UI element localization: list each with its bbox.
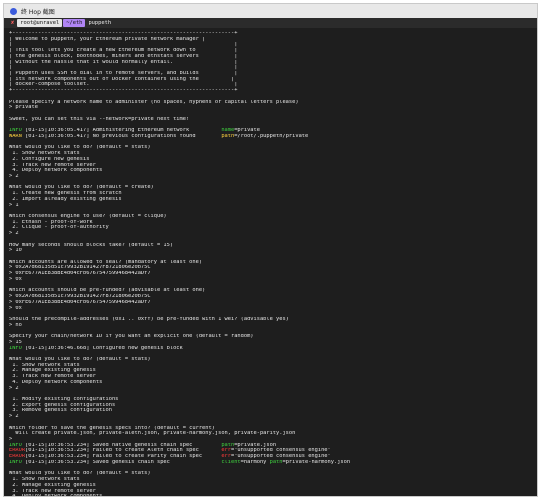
- line-text: 1. Ethash - proof-of-work: [9, 219, 93, 225]
- log-level: WARN: [9, 133, 22, 139]
- line-text: | This tool lets you create a new Ethere…: [9, 48, 238, 54]
- line-text: 1. Create new genesis from scratch: [9, 191, 122, 197]
- line-text: Which accounts are allowed to seal? (man…: [9, 259, 203, 265]
- log-value: =/root/.puppeth/private: [234, 133, 309, 139]
- line-text: > 10: [9, 248, 22, 254]
- terminal-window: 终 Hop 截图 ✘ root@unravel ~/eth puppeth +-…: [3, 3, 538, 497]
- line-text: [01-15|10:36:46.668] Configured new gene…: [21, 345, 183, 351]
- log-level: INFO: [9, 128, 22, 134]
- prompt-user: root@unravel: [17, 19, 63, 27]
- line-text: +---------------------------------------…: [9, 31, 238, 36]
- log-value: =harmony: [240, 459, 270, 465]
- line-text: > 0x: [9, 305, 22, 311]
- line-text: Which folder to save the genesis specs i…: [9, 425, 215, 431]
- line-text: 1. Modify existing configurations: [9, 397, 119, 402]
- line-text: | |: [9, 42, 238, 48]
- terminal-output[interactable]: +---------------------------------------…: [4, 28, 537, 496]
- line-text: Specify your chain/network ID if you wan…: [9, 334, 254, 340]
- title-bar: 终 Hop 截图: [4, 4, 537, 18]
- line-text: How many seconds should blocks take? (de…: [9, 242, 174, 248]
- app-icon: [10, 7, 17, 15]
- line-text: | Puppeth uses SSH to dial in to remote …: [9, 71, 238, 77]
- line-text: Will create private.json, private-aleth.…: [9, 431, 296, 437]
- line-text: 2. Import already existing genesis: [9, 196, 122, 202]
- line-text: | its network components out of Docker c…: [9, 76, 235, 82]
- log-key: path: [221, 133, 235, 139]
- line-text: 3. Track new remote server: [9, 374, 96, 380]
- line-text: > 0x2A7d68135d51c79932B191427F8721806e20…: [9, 294, 151, 300]
- line-text: > no: [9, 322, 22, 328]
- line-text: 2. Clique - proof-of-authority: [9, 225, 109, 231]
- line-text: 4. Deploy network components: [9, 379, 103, 385]
- log-level: ERROR: [9, 448, 26, 454]
- line-text: Should the precompile-addresses (0x1 .. …: [9, 316, 289, 322]
- line-text: What would you like to do? (default = st…: [9, 471, 151, 477]
- line-text: 1. Show network stats: [9, 477, 80, 483]
- line-text: [01-15|10:36:53.234] Failed to create Al…: [25, 448, 222, 454]
- line-text: | Welcome to puppeth, your Ethereum priv…: [9, 36, 206, 42]
- line-text: > 1: [9, 202, 19, 208]
- prompt-bar: ✘ root@unravel ~/eth puppeth: [4, 18, 537, 28]
- error-status-icon: ✘: [11, 20, 15, 26]
- line-text: > private: [9, 105, 38, 111]
- log-value: ="unsupported consensus engine": [231, 448, 331, 454]
- line-text: > 0xFE677A1E838BE4d04cFb6767547599468442…: [9, 299, 151, 305]
- line-text: [01-15|10:36:53.234] Saved genesis chain…: [21, 459, 222, 465]
- line-text: > 0x2A7d68135d51c79932B191427F8721806e20…: [9, 265, 151, 271]
- line-text: What would you like to do? (default = cr…: [9, 185, 154, 191]
- log-value: ="unsupported consensus engine": [231, 454, 331, 460]
- line-text: > 2: [9, 231, 19, 237]
- log-key: err: [221, 454, 231, 460]
- line-text: 2. Manage existing genesis: [9, 368, 96, 374]
- line-text: 1. Show network stats: [9, 151, 80, 157]
- line-text: > 0x: [9, 276, 22, 282]
- prompt-path: ~/eth: [63, 19, 86, 27]
- line-text: Please specify a network name to adminis…: [9, 99, 299, 105]
- line-text: Which accounts should be pre-funded? (ad…: [9, 288, 206, 294]
- line-text: | without the hassle that it would norma…: [9, 59, 238, 65]
- line-text: 3. Track new remote server: [9, 488, 96, 494]
- log-level: INFO: [9, 442, 22, 448]
- log-level: INFO: [9, 345, 22, 351]
- line-text: | the genesis block, bootnodes, miners a…: [9, 53, 238, 59]
- line-text: > 0xFE677A1E838BE4d04cFb6767547599468442…: [9, 271, 151, 277]
- terminal-line: 4. Deploy network components: [9, 494, 532, 496]
- line-text: Which consensus engine to use? (default …: [9, 214, 167, 219]
- line-text: >: [9, 437, 13, 443]
- log-level: INFO: [9, 459, 22, 465]
- log-value: =private-harmony.json: [282, 459, 351, 465]
- line-text: 4. Deploy network components: [9, 168, 103, 174]
- line-text: | docker-compose toolset. |: [9, 82, 238, 88]
- log-key: err: [221, 448, 231, 454]
- line-text: 2. Manage existing genesis: [9, 482, 96, 488]
- log-value: =private: [234, 128, 260, 134]
- log-key: client: [221, 459, 241, 465]
- line-text: 4. Deploy network components: [9, 494, 102, 496]
- line-text: 1. Show network stats: [9, 362, 80, 368]
- log-key: path: [221, 442, 235, 448]
- line-text: > 2: [9, 385, 19, 391]
- prompt-command: puppeth: [88, 20, 112, 26]
- line-text: 2. Export genesis configurations: [9, 402, 116, 408]
- log-value: =private.json: [234, 442, 277, 448]
- line-text: > 2: [9, 173, 19, 179]
- line-text: [01-15|10:36:05.417] Administering Ether…: [21, 128, 222, 134]
- log-key: name: [221, 128, 235, 134]
- line-text: | |: [9, 65, 238, 71]
- line-text: [01-15|10:36:05.417] No previous configu…: [21, 133, 222, 139]
- line-text: 3. Remove genesis configuration: [9, 408, 112, 414]
- line-text: 2. Configure new genesis: [9, 156, 90, 162]
- line-text: +---------------------------------------…: [9, 88, 238, 94]
- log-level: ERROR: [9, 454, 26, 460]
- line-text: What would you like to do? (default = st…: [9, 356, 151, 362]
- line-text: 3. Track new remote server: [9, 162, 96, 168]
- window-title: 终 Hop 截图: [21, 8, 55, 16]
- log-key: path: [269, 459, 283, 465]
- line-text: > 2: [9, 414, 19, 420]
- line-text: Sweet, you can set this via --network=pr…: [9, 116, 190, 122]
- line-text: What would you like to do? (default = st…: [9, 145, 151, 151]
- line-text: > 15: [9, 339, 22, 345]
- line-text: [01-15|10:36:53.234] Saved native genesi…: [21, 442, 222, 448]
- line-text: [01-15|10:36:53.234] Failed to create Pa…: [25, 454, 222, 460]
